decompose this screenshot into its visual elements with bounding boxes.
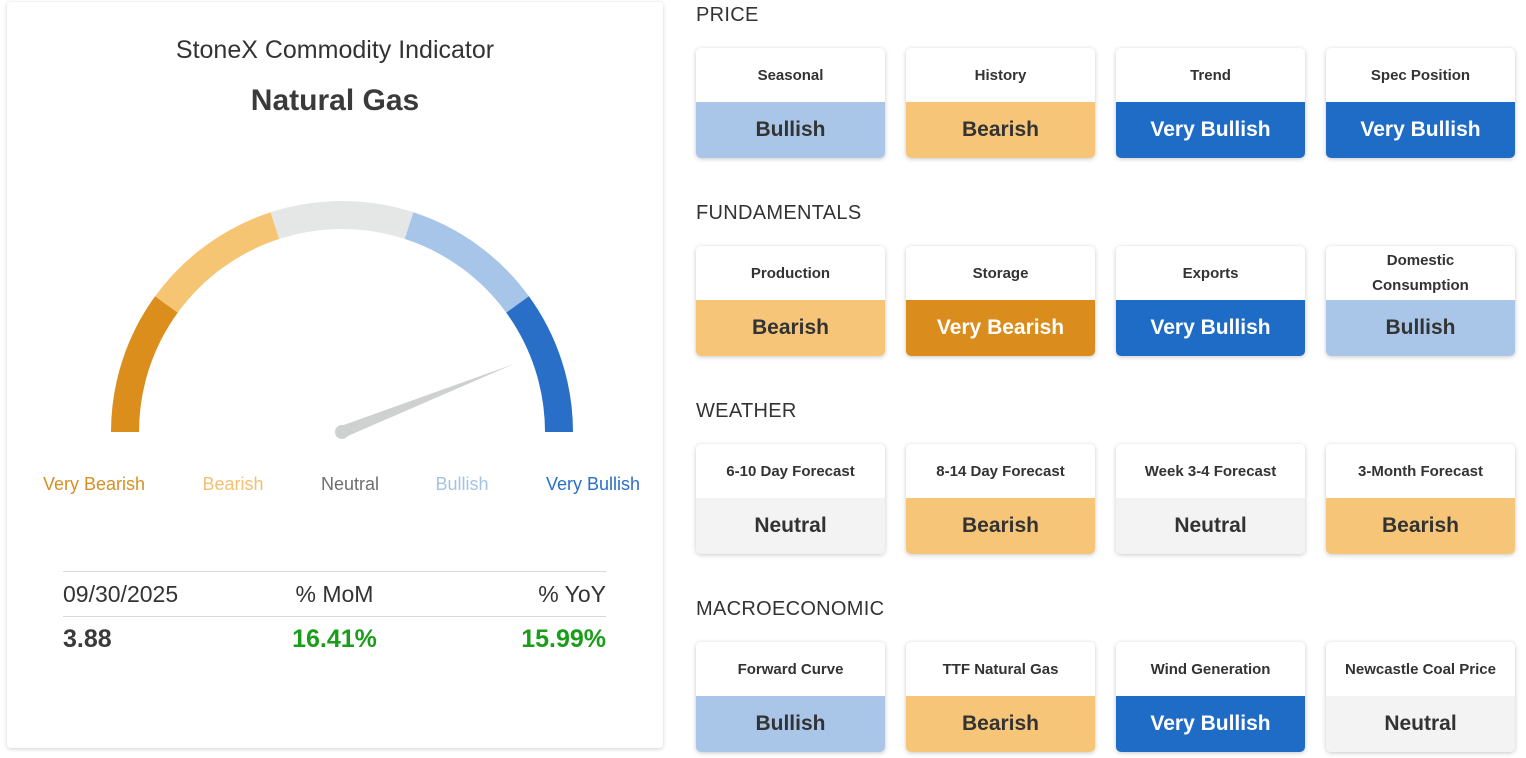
gauge-needle-hub <box>335 425 349 439</box>
tile-label: Wind Generation <box>1150 660 1271 678</box>
tile-value: Neutral <box>1326 696 1515 752</box>
tile-week-3-4-forecast[interactable]: Week 3-4 Forecast Neutral <box>1116 444 1305 554</box>
tile-label: Newcastle Coal Price <box>1345 660 1496 678</box>
stats-mom-value: 16.41% <box>292 624 377 653</box>
tile-seasonal[interactable]: Seasonal Bullish <box>696 48 885 158</box>
tile-8-14-day-forecast[interactable]: 8-14 Day Forecast Bearish <box>906 444 1095 554</box>
tile-newcastle-coal-price[interactable]: Newcastle Coal Price Neutral <box>1326 642 1515 752</box>
tile-label: Production <box>750 264 831 282</box>
tile-label: Domestic Consumption <box>1372 252 1469 294</box>
tile-value: Very Bullish <box>1116 300 1305 356</box>
stats-table: 09/30/2025 % MoM % YoY 3.88 16.41% 15.99… <box>63 571 606 661</box>
tile-value: Very Bearish <box>906 300 1095 356</box>
stats-price: 3.88 <box>63 624 112 653</box>
stats-mom-label: % MoM <box>295 580 374 607</box>
tile-label: Week 3-4 Forecast <box>1144 462 1277 480</box>
sentiment-gauge <box>111 201 573 439</box>
tile-storage[interactable]: Storage Very Bearish <box>906 246 1095 356</box>
tile-label: Spec Position <box>1370 66 1471 84</box>
section-title-fundamentals: FUNDAMENTALS <box>696 202 862 224</box>
tile-ttf-natural-gas[interactable]: TTF Natural Gas Bearish <box>906 642 1095 752</box>
tile-label: Trend <box>1190 66 1231 84</box>
tile-value: Very Bullish <box>1116 696 1305 752</box>
gauge-label-bearish: Bearish <box>202 474 264 494</box>
tile-production[interactable]: Production Bearish <box>696 246 885 356</box>
tile-value: Bearish <box>906 696 1095 752</box>
tile-value: Very Bullish <box>1116 102 1305 158</box>
tile-label: Seasonal <box>757 66 824 84</box>
section-title-macroeconomic: MACROECONOMIC <box>696 598 885 620</box>
gauge-label-very-bearish: Very Bearish <box>42 474 146 494</box>
tile-value: Bearish <box>1326 498 1515 554</box>
gauge-segment-neutral <box>270 201 414 240</box>
tile-forward-curve[interactable]: Forward Curve Bullish <box>696 642 885 752</box>
gauge-segment-bearish <box>155 212 280 313</box>
gauge-segment-very-bullish <box>506 296 573 433</box>
tile-value: Neutral <box>1116 498 1305 554</box>
tile-value: Bullish <box>696 696 885 752</box>
tile-history[interactable]: History Bearish <box>906 48 1095 158</box>
tile-value: Very Bullish <box>1326 102 1515 158</box>
tile-domestic-consumption[interactable]: Domestic Consumption Bullish <box>1326 246 1515 356</box>
tile-label: TTF Natural Gas <box>942 660 1059 678</box>
tile-wind-generation[interactable]: Wind Generation Very Bullish <box>1116 642 1305 752</box>
tile-label: 6-10 Day Forecast <box>726 462 855 480</box>
tile-value: Bearish <box>696 300 885 356</box>
gauge-segment-very-bearish <box>111 296 178 433</box>
section-title-price: PRICE <box>696 4 759 26</box>
gauge-needle <box>339 363 515 438</box>
tile-trend[interactable]: Trend Very Bullish <box>1116 48 1305 158</box>
tile-label: History <box>974 66 1027 84</box>
tile-value: Bearish <box>906 498 1095 554</box>
tile-3-month-forecast[interactable]: 3-Month Forecast Bearish <box>1326 444 1515 554</box>
gauge-label-neutral: Neutral <box>320 474 380 494</box>
stats-yoy-label: % YoY <box>538 580 606 607</box>
tile-label: Forward Curve <box>737 660 844 678</box>
tile-label: 8-14 Day Forecast <box>936 462 1065 480</box>
tile-value: Bullish <box>1326 300 1515 356</box>
tile-label: 3-Month Forecast <box>1357 462 1483 480</box>
section-title-weather: WEATHER <box>696 400 797 422</box>
tile-value: Bearish <box>906 102 1095 158</box>
stats-header-row: 09/30/2025 % MoM % YoY <box>63 571 606 617</box>
tile-label: Storage <box>972 264 1029 282</box>
stats-date: 09/30/2025 <box>63 580 179 607</box>
gauge-label-bullish: Bullish <box>435 474 489 494</box>
tile-6-10-day-forecast[interactable]: 6-10 Day Forecast Neutral <box>696 444 885 554</box>
tile-value: Bullish <box>696 102 885 158</box>
gauge-segment-bullish <box>404 212 529 313</box>
tile-exports[interactable]: Exports Very Bullish <box>1116 246 1305 356</box>
gauge-label-very-bullish: Very Bullish <box>545 474 641 494</box>
stats-values-row: 3.88 16.41% 15.99% <box>63 617 606 661</box>
tile-value: Neutral <box>696 498 885 554</box>
tile-label: Exports <box>1182 264 1239 282</box>
indicator-card: StoneX Commodity Indicator Natural Gas V… <box>7 2 663 748</box>
tile-spec-position[interactable]: Spec Position Very Bullish <box>1326 48 1515 158</box>
stats-yoy-value: 15.99% <box>521 624 606 653</box>
